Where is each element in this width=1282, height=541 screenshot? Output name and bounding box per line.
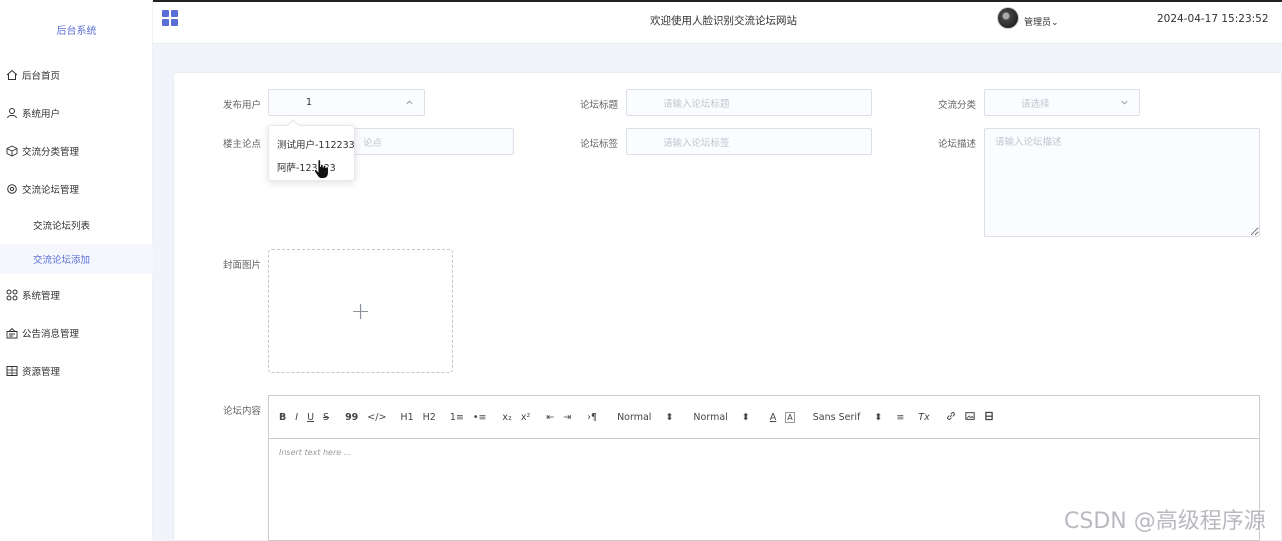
size-select-value: Normal <box>617 411 652 423</box>
sidebar-item-system[interactable]: 系统管理 <box>0 282 153 308</box>
image-icon <box>965 411 975 420</box>
label-cover: 封面图片 <box>222 260 261 271</box>
gear-icon <box>6 183 18 195</box>
sidebar-item-label: 交流分类管理 <box>22 147 80 158</box>
sidebar-item-label: 系统用户 <box>22 109 61 120</box>
bold-button[interactable]: B <box>279 412 286 423</box>
code-block-button[interactable]: </> <box>367 412 386 423</box>
label-viewpoint: 楼主论点 <box>222 139 261 150</box>
subscript-button[interactable]: x₂ <box>502 412 511 423</box>
sidebar: 后台系统 后台首页 系统用户 交流分类管理 交流论坛管理 交流论坛列表 交流论坛… <box>0 0 153 541</box>
category-placeholder: 请选择 <box>1021 98 1050 110</box>
chevron-down-icon <box>1120 98 1129 107</box>
tags-input[interactable]: 请输入论坛标签 <box>626 128 872 155</box>
sidebar-item-label: 资源管理 <box>22 367 61 378</box>
notice-icon <box>6 327 18 339</box>
italic-button[interactable]: I <box>295 412 298 423</box>
tags-placeholder: 请输入论坛标签 <box>663 137 730 149</box>
user-icon <box>6 107 18 119</box>
cover-upload[interactable]: + <box>268 249 453 373</box>
blockquote-button[interactable]: 99 <box>345 412 358 423</box>
avatar[interactable] <box>997 7 1019 29</box>
box-icon <box>6 145 18 157</box>
plus-icon: + <box>350 297 371 325</box>
label-desc: 论坛描述 <box>937 139 976 150</box>
user-select-value: 1 <box>306 97 313 108</box>
home-icon <box>6 69 18 81</box>
h2-button[interactable]: H2 <box>423 412 436 423</box>
sidebar-item-forum[interactable]: 交流论坛管理 <box>0 176 153 202</box>
dropdown-option[interactable]: 测试用户-112233 <box>269 133 356 155</box>
admin-label: 管理员 <box>1024 18 1052 28</box>
sidebar-item-label: 公告消息管理 <box>22 329 80 340</box>
admin-dropdown[interactable]: 管理员⌄ <box>1024 15 1059 28</box>
user-dropdown: 测试用户-112233 阿萨-123123 <box>268 119 356 181</box>
background-color-button[interactable]: A <box>785 411 795 423</box>
title-placeholder: 请输入论坛标题 <box>663 98 730 110</box>
indent-button[interactable]: ⇥ <box>563 412 571 423</box>
table-icon <box>6 365 18 377</box>
clean-format-button[interactable]: Tx <box>918 412 929 423</box>
text-color-button[interactable]: A <box>770 412 777 423</box>
apps-icon <box>6 289 18 301</box>
header-select-value: Normal <box>693 411 728 423</box>
updown-icon: ⬍ <box>874 411 883 423</box>
viewpoint-placeholder: 论点 <box>363 137 383 149</box>
bullet-list-button[interactable]: •≡ <box>473 412 487 423</box>
sidebar-item-label: 系统管理 <box>22 291 61 302</box>
sidebar-item-label: 交流论坛添加 <box>33 255 91 266</box>
hand-cursor-icon <box>314 159 329 179</box>
link-icon <box>946 412 955 420</box>
editor-placeholder: Insert text here ... <box>279 448 352 457</box>
sidebar-subitem-forum-add[interactable]: 交流论坛添加 <box>0 244 153 274</box>
chevron-down-icon: ⌄ <box>1051 18 1059 28</box>
align-button[interactable]: ≡ <box>896 412 904 423</box>
editor-toolbar: B I U S 99 </> H1 H2 1≡ •≡ x₂ x² ⇤ ⇥ ›¶ … <box>269 396 1259 439</box>
ordered-list-button[interactable]: 1≡ <box>450 412 464 423</box>
user-select[interactable]: 1 <box>268 89 425 116</box>
video-icon <box>984 411 993 420</box>
sidebar-subitem-forum-list[interactable]: 交流论坛列表 <box>0 210 153 240</box>
outdent-button[interactable]: ⇤ <box>546 412 554 423</box>
font-select[interactable]: Sans Serif ⬍ <box>813 412 883 423</box>
label-title: 论坛标题 <box>579 100 618 111</box>
updown-icon: ⬍ <box>665 411 674 423</box>
label-content: 论坛内容 <box>222 406 261 417</box>
video-button[interactable] <box>984 411 994 424</box>
image-button[interactable] <box>965 411 975 424</box>
sidebar-item-users[interactable]: 系统用户 <box>0 100 153 126</box>
datetime: 2024-04-17 15:23:52 <box>1157 13 1269 25</box>
sidebar-item-resource[interactable]: 资源管理 <box>0 358 153 384</box>
h1-button[interactable]: H1 <box>400 412 413 423</box>
sidebar-item-category[interactable]: 交流分类管理 <box>0 138 153 164</box>
link-button[interactable] <box>946 411 956 423</box>
size-select[interactable]: Normal ⬍ <box>617 412 673 423</box>
label-user: 发布用户 <box>222 100 261 111</box>
font-select-value: Sans Serif <box>812 411 861 423</box>
rtl-button[interactable]: ›¶ <box>587 412 597 423</box>
category-select[interactable]: 请选择 <box>984 89 1140 116</box>
sidebar-item-home[interactable]: 后台首页 <box>0 62 153 88</box>
desc-textarea[interactable] <box>984 128 1260 237</box>
sidebar-item-label: 交流论坛管理 <box>22 185 80 196</box>
superscript-button[interactable]: x² <box>521 412 530 423</box>
updown-icon: ⬍ <box>741 411 750 423</box>
sidebar-item-label: 后台首页 <box>22 71 61 82</box>
top-header: 欢迎使用人脸识别交流论坛网站 管理员⌄ 2024-04-17 15:23:52 <box>153 0 1282 44</box>
brand-title: 后台系统 <box>56 26 97 37</box>
label-tags: 论坛标签 <box>579 139 618 150</box>
watermark: CSDN @高级程序源 <box>1064 509 1266 534</box>
sidebar-item-label: 交流论坛列表 <box>33 221 91 232</box>
chevron-up-icon <box>405 98 414 107</box>
welcome-title: 欢迎使用人脸识别交流论坛网站 <box>650 15 797 27</box>
menu-grid-icon[interactable] <box>162 10 178 26</box>
underline-button[interactable]: U <box>307 412 314 423</box>
header-select[interactable]: Normal ⬍ <box>693 412 749 423</box>
sidebar-item-notice[interactable]: 公告消息管理 <box>0 320 153 346</box>
label-category: 交流分类 <box>937 100 976 111</box>
title-input[interactable]: 请输入论坛标题 <box>626 89 872 116</box>
strike-button[interactable]: S <box>323 412 329 423</box>
